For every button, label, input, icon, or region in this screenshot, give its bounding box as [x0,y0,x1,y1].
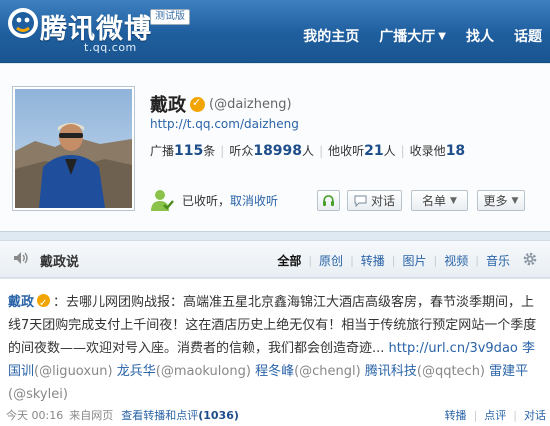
tab-all[interactable]: 全部 [277,252,301,269]
listen-button[interactable] [317,190,340,211]
post-source: 来自网页 [69,409,114,422]
profile-name: 戴政 [150,95,186,116]
view-rebroadcasts-count: (1036) [198,409,239,422]
tab-music[interactable]: 音乐 [486,252,510,269]
post-timestamp[interactable]: 今天 00:16 [6,407,63,423]
chat-button[interactable]: 对话 [347,190,402,211]
profile-name-row: 戴政 (@daizheng) [150,91,292,117]
divider: | [391,254,396,267]
nav-my-home[interactable]: 我的主页 [303,26,359,46]
nav-topics[interactable]: 话题 [514,26,542,46]
post-short-url-link[interactable]: http://url.cn/3v9dao [389,341,518,356]
stat-broadcasts-count[interactable]: 115 [174,143,203,159]
mention-link[interactable]: 腾讯科技 [365,364,417,379]
tab-rebroadcast[interactable]: 转播 [361,252,385,269]
stat-following-unit: 人 [383,144,396,158]
mention-handle: (@qqtech) [416,364,486,379]
conversation-button[interactable]: 对话 [524,407,546,423]
chat-bubble-icon [354,195,367,207]
logo-domain: t.qq.com [84,41,137,54]
divider: | [400,144,405,158]
divider: | [473,408,478,422]
speaker-icon [14,252,28,264]
chat-button-label: 对话 [370,194,395,208]
nav-broadcast-hall[interactable]: 广播大厅 ▼ [379,26,446,46]
mention-handle: (@liguoxun) [34,364,113,379]
stat-broadcasts-unit: 条 [203,144,216,158]
follow-status: 已收听， 取消收听 [150,188,278,212]
divider: | [220,144,225,158]
view-rebroadcasts-link[interactable]: 查看转播和点评(1036) [121,407,239,423]
stat-listeners-unit: 人 [302,144,315,158]
tab-video[interactable]: 视频 [444,252,468,269]
user-followed-icon [151,190,174,211]
divider: | [319,144,324,158]
more-button-label: 更多 [483,194,508,208]
chevron-down-icon: ▼ [450,195,457,206]
profile-stats: 广播 115 条 | 听众 18998 人 | 他收听 21 人 | 收录他 1… [150,142,465,159]
penguin-logo-icon [8,8,38,38]
nav-broadcast-hall-label: 广播大厅 [379,29,436,45]
nav-find-people[interactable]: 找人 [466,26,494,46]
tencent-weibo-logo[interactable]: 腾讯微博 t.qq.com [6,4,166,58]
profile-handle: (@daizheng) [209,96,292,112]
post-actions: 转播 | 点评 | 对话 [445,407,546,423]
verified-badge-icon [37,292,51,315]
list-button-label: 名单 [422,194,447,208]
profile-url-link[interactable]: http://t.qq.com/daizheng [150,117,299,131]
stat-listeners-label: 听众 [229,144,254,158]
mention-link[interactable]: 龙兵华 [117,364,156,379]
mention-handle: (@skylei) [8,387,68,402]
post-meta-row: 今天 00:16 来自网页 查看转播和点评(1036) 转播 | 点评 | 对话 [6,407,546,423]
avatar-photo [15,89,132,208]
list-dropdown-button[interactable]: 名单 ▼ [411,190,468,211]
stat-listed-label: 收录他 [409,144,446,158]
mention-link[interactable]: 雷建平 [489,364,528,379]
mention-handle: (@maokulong) [155,364,251,379]
stat-listed-count[interactable]: 18 [446,143,465,159]
chevron-down-icon: ▼ [438,30,446,42]
headphones-icon [323,195,334,206]
timeline-filter-tabs: 全部 | 原创 | 转播 | 图片 | 视频 | 音乐 [277,252,510,269]
divider: | [433,254,438,267]
unfollow-link[interactable]: 取消收听 [230,192,278,209]
gear-icon[interactable] [522,251,538,267]
stat-broadcasts-label: 广播 [150,144,175,158]
divider: | [513,408,517,422]
timeline-title: 戴政说 [40,255,80,270]
divider: | [308,254,313,267]
mention-link[interactable]: 程冬峰 [255,364,294,379]
mention-handle: (@chengl) [294,364,361,379]
post-body: 戴政：去哪儿网团购战报：高端准五星北京鑫海锦江大酒店高级客房，春节淡季期间，上线… [8,291,544,406]
comment-button[interactable]: 点评 [484,407,506,423]
rebroadcast-button[interactable]: 转播 [445,407,467,423]
tab-images[interactable]: 图片 [403,252,427,269]
followed-status-text: 已收听， [182,193,231,208]
beta-badge: 测试版 [150,9,190,25]
tab-original[interactable]: 原创 [319,252,343,269]
stat-following-label: 他收听 [328,144,365,158]
more-dropdown-button[interactable]: 更多 ▼ [477,190,525,211]
divider: | [350,254,354,267]
stat-following-count[interactable]: 21 [364,143,383,159]
main-nav: 我的主页 广播大厅 ▼ 找人 话题 [303,26,542,46]
verified-badge-icon [190,96,205,112]
avatar[interactable] [12,86,135,211]
post-author-link[interactable]: 戴政 [8,295,34,310]
chevron-down-icon: ▼ [511,195,519,206]
divider: | [475,254,479,267]
view-rebroadcasts-label: 查看转播和点评 [121,409,199,422]
stat-listeners-count[interactable]: 18998 [253,143,302,159]
top-header-bar: 腾讯微博 t.qq.com 测试版 我的主页 广播大厅 ▼ 找人 话题 [0,0,550,63]
